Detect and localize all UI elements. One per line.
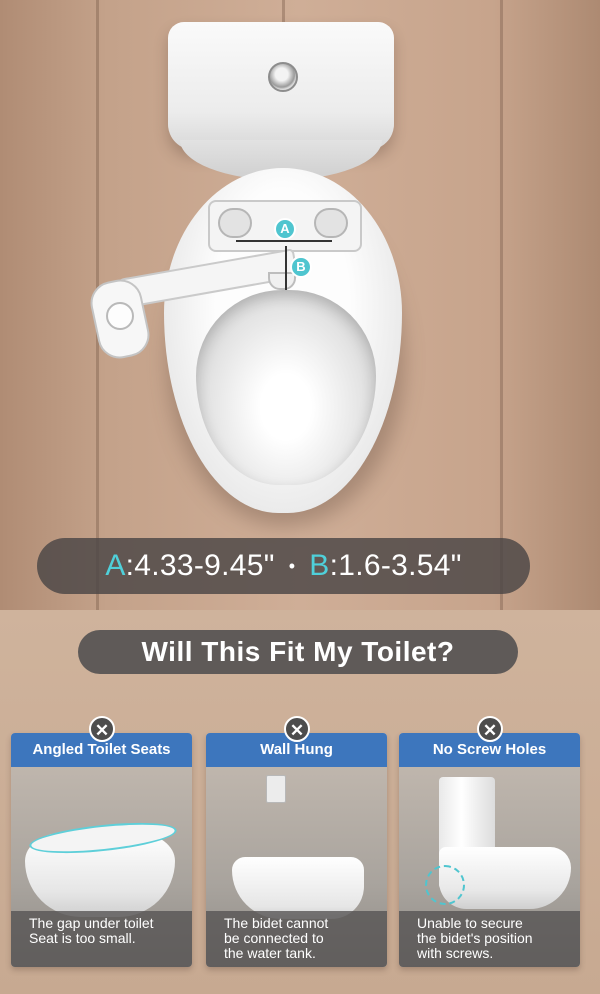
- incompatible-card-wall-hung: Wall Hung The bidet cannot be connected …: [206, 733, 387, 967]
- measure-separator: •: [288, 555, 296, 576]
- card-caption: The gap under toilet Seat is too small.: [11, 911, 192, 967]
- x-icon: ✕: [89, 716, 115, 742]
- x-icon: ✕: [284, 716, 310, 742]
- caption-line: with screws.: [417, 945, 494, 961]
- measure-b-key: B: [309, 549, 330, 582]
- toilet-bowl-inner: [196, 290, 376, 485]
- mount-slot-left: [218, 208, 252, 238]
- caption-line: be connected to: [224, 930, 324, 946]
- x-icon: ✕: [477, 716, 503, 742]
- incompatible-card-angled-seats: Angled Toilet Seats The gap under toilet…: [11, 733, 192, 967]
- measurement-pill: A :4.33-9.45" • B :1.6-3.54": [37, 538, 530, 594]
- dimension-b-line: [285, 246, 287, 290]
- caption-line: The gap under toilet: [29, 915, 154, 931]
- flush-button-icon: [268, 62, 298, 92]
- card-caption: The bidet cannot be connected to the wat…: [206, 911, 387, 967]
- wall-flush-plate: [266, 775, 286, 803]
- incompatible-card-no-screw-holes: No Screw Holes Unable to secure the bide…: [399, 733, 580, 967]
- caption-line: Unable to secure: [417, 915, 523, 931]
- wall-hung-toilet: [232, 857, 364, 919]
- dimension-a-line: [236, 240, 332, 242]
- caption-line: Seat is too small.: [29, 930, 136, 946]
- bidet-control-knob: [106, 302, 134, 330]
- measure-a-value: :4.33-9.45": [125, 549, 275, 582]
- mount-slot-right: [314, 208, 348, 238]
- wall-panel-seam: [500, 0, 503, 610]
- dimension-a-badge: A: [274, 218, 296, 240]
- compatibility-question: Will This Fit My Toilet?: [78, 630, 518, 674]
- missing-screw-hole-marker: [425, 865, 465, 905]
- caption-line: the water tank.: [224, 945, 316, 961]
- card-caption: Unable to secure the bidet's position wi…: [399, 911, 580, 967]
- caption-line: The bidet cannot: [224, 915, 329, 931]
- caption-line: the bidet's position: [417, 930, 533, 946]
- dimension-b-badge: B: [290, 256, 312, 278]
- measure-a-key: A: [105, 549, 126, 582]
- measure-b-value: :1.6-3.54": [329, 549, 462, 582]
- hero-image: A B A :4.33-9.45" • B :1.6-3.54": [0, 0, 600, 610]
